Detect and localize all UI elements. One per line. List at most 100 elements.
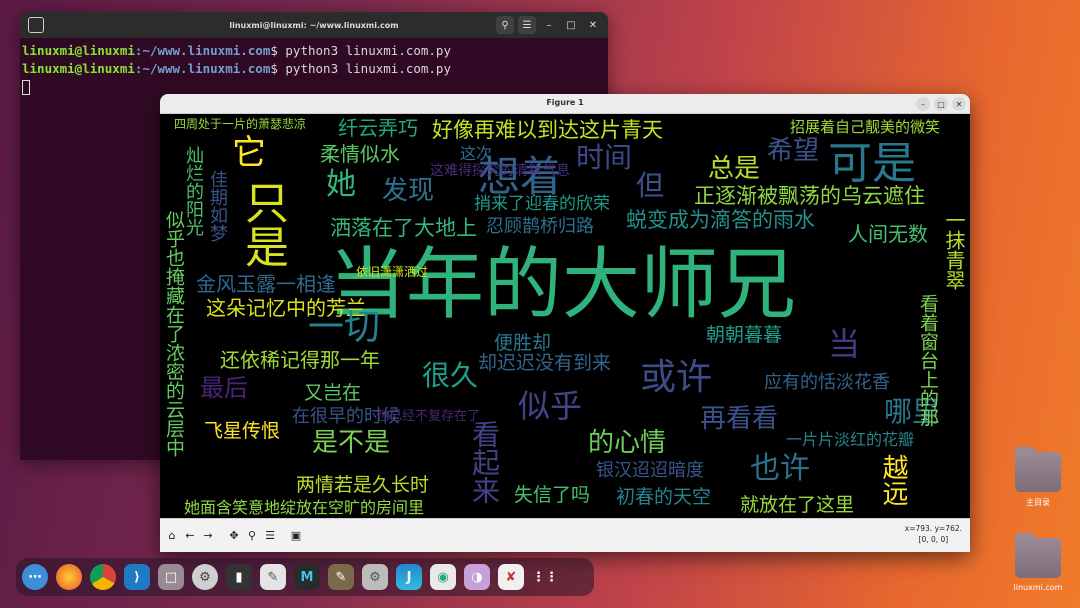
cloud-word: 朝朝暮暮 <box>706 324 783 346</box>
cloud-word: 应有的恬淡花香 <box>764 372 890 393</box>
figure-window[interactable]: Figure 1 – □ ✕ 当年的大师兄 只是 想着 可是 希望 好像再难以到… <box>160 94 970 552</box>
close-button[interactable]: ✕ <box>584 16 602 34</box>
cloud-word: 便胜却 <box>494 332 552 354</box>
minimize-button[interactable]: – <box>916 97 930 111</box>
coordinate-readout: x=793. y=762. [0, 0, 0] <box>905 523 962 545</box>
cloud-word: 灿烂的阳光 <box>183 146 204 236</box>
pixel-value-text: [0, 0, 0] <box>918 535 949 544</box>
cloud-word: 四周处于一片的萧瑟悲凉 <box>174 117 307 131</box>
save-icon[interactable]: ▣ <box>288 527 304 543</box>
cloud-word: 还依稀记得那一年 <box>220 348 380 372</box>
home-folder-icon <box>1015 447 1061 492</box>
text-editor-icon[interactable]: ✎ <box>260 564 286 590</box>
cloud-word: 越远 <box>878 454 908 506</box>
apps-grid-button[interactable]: ⋯ <box>22 564 48 590</box>
terminal-line: linuxmi@linuxmi:~/www.linuxmi.com$ pytho… <box>22 60 606 78</box>
minimize-button[interactable]: – <box>540 16 558 34</box>
cloud-word: 当年的大师兄 <box>328 240 797 330</box>
software-icon[interactable]: ⚙ <box>362 564 388 590</box>
prompt-path: :~/www.linuxmi.com <box>134 61 271 76</box>
desktop-site-folder[interactable]: linuxmi.com <box>1008 533 1068 592</box>
cloud-word: 看着窗台上的那 <box>917 294 939 427</box>
cloud-word: 却迟迟没有到来 <box>478 352 612 374</box>
cloud-word: 它 <box>232 133 266 173</box>
cloud-word: 蜕变成为滴答的雨水 <box>626 208 815 232</box>
jetbrains-icon[interactable]: J <box>396 564 422 590</box>
maximize-button[interactable]: □ <box>562 16 580 34</box>
prompt-user: linuxmi@linuxmi <box>22 61 135 76</box>
cloud-word: 依旧潇潇洒过 <box>356 265 429 279</box>
cloud-word: 时间 <box>576 141 633 174</box>
prompt-path: :~/www.linuxmi.com <box>134 43 271 58</box>
forward-icon[interactable]: → <box>200 527 216 543</box>
folder-icon <box>1015 533 1061 578</box>
desktop-icon-label: 主目录 <box>1026 498 1050 507</box>
cloud-word: 金风玉露一相逢 <box>196 272 336 296</box>
cloud-word: 也许 <box>750 451 810 486</box>
manjaro-icon[interactable]: M <box>294 564 320 590</box>
cloud-word: 发现 <box>382 176 435 206</box>
settings-icon[interactable]: ⚙ <box>192 564 218 590</box>
script-icon[interactable]: ✘ <box>498 564 524 590</box>
search-icon[interactable]: ⚲ <box>496 16 514 34</box>
coordinate-text: x=793. y=762. <box>904 524 962 533</box>
cloud-word: 初春的天空 <box>616 486 712 508</box>
map-icon[interactable]: ◉ <box>430 564 456 590</box>
cloud-word: 看起来 <box>468 420 501 504</box>
cloud-word: 柔情似水 <box>320 142 400 166</box>
cloud-word: 只是 <box>237 180 288 268</box>
cloud-word: 似乎也掩藏在了浓密的云层中 <box>163 210 185 457</box>
maximize-button[interactable]: □ <box>934 97 948 111</box>
menu-icon[interactable]: ☰ <box>518 16 536 34</box>
cloud-word: 这难得探究的清新气息 <box>430 163 570 179</box>
files-icon[interactable]: □ <box>158 564 184 590</box>
zoom-icon[interactable]: ⚲ <box>244 527 260 543</box>
close-button[interactable]: ✕ <box>952 97 966 111</box>
cloud-word: 希望 <box>767 136 820 166</box>
cloud-word: 银汉迢迢暗度 <box>596 460 704 481</box>
vscode-icon[interactable]: ⟩ <box>124 564 150 590</box>
configure-subplots-icon[interactable]: ☰ <box>262 527 278 543</box>
chrome-icon[interactable] <box>90 564 116 590</box>
cloud-word: 总是 <box>708 154 761 184</box>
figure-titlebar[interactable]: Figure 1 – □ ✕ <box>160 94 970 114</box>
cloud-word: 这次 <box>460 144 493 163</box>
terminal-output[interactable]: linuxmi@linuxmi:~/www.linuxmi.com$ pytho… <box>20 38 608 100</box>
cloud-word: 但 <box>636 169 665 202</box>
home-icon[interactable]: ⌂ <box>164 527 180 543</box>
cloud-word: 又岂在 <box>304 382 362 404</box>
cloud-word: 正逐渐被飘荡的乌云遮住 <box>694 184 925 208</box>
cloud-word: 一抹青翠 <box>942 210 966 290</box>
back-icon[interactable]: ← <box>182 527 198 543</box>
cloud-word: 一片片淡红的花瓣 <box>786 430 915 449</box>
desktop-home-folder[interactable]: 主目录 <box>1008 447 1068 508</box>
cloud-word: 好像再难以到达这片青天 <box>432 118 663 142</box>
cloud-word: 失信了吗 <box>514 484 591 506</box>
pan-icon[interactable]: ✥ <box>226 527 242 543</box>
cloud-word: 飞星传恨 <box>204 420 281 442</box>
cloud-word: 招展着自己靓美的微笑 <box>790 118 941 136</box>
cloud-word: 就放在了这里 <box>740 494 855 516</box>
cloud-word: 两情若是久长时 <box>296 474 430 496</box>
prompt-user: linuxmi@linuxmi <box>22 43 135 58</box>
terminal-icon[interactable]: ▮ <box>226 564 252 590</box>
cloud-word: 她面含笑意地绽放在空旷的房间里 <box>184 498 425 517</box>
dock: ⋯ ⟩ □ ⚙ ▮ ✎ M ✎ ⚙ J ◉ ◑ ✘ ⋮⋮ <box>16 558 594 596</box>
cloud-word: 洒落在了大地上 <box>330 216 477 240</box>
cloud-word: 可是 <box>828 138 916 189</box>
figure-title: Figure 1 <box>546 98 584 107</box>
cloud-word: 最后 <box>200 374 248 402</box>
cloud-word: 或许 <box>640 357 713 398</box>
terminal-titlebar[interactable]: linuxmi@linuxmi: ~/www.linuxmi.com ⚲ ☰ –… <box>20 12 608 38</box>
firefox-icon[interactable] <box>56 564 82 590</box>
terminal-line: linuxmi@linuxmi:~/www.linuxmi.com$ pytho… <box>22 42 606 60</box>
wordcloud-canvas[interactable]: 当年的大师兄 只是 想着 可是 希望 好像再难以到达这片青天 纤云弄巧 时间 总… <box>160 114 970 518</box>
cloud-word: 也已经不复存在了 <box>376 409 481 424</box>
cloud-word: 再看看 <box>700 404 779 434</box>
cloud-word: 的心情 <box>588 428 667 458</box>
toggle-icon[interactable]: ◑ <box>464 564 490 590</box>
gimp-icon[interactable]: ✎ <box>328 564 354 590</box>
show-apps-icon[interactable]: ⋮⋮ <box>532 564 558 590</box>
cloud-word: 佳期如梦 <box>207 170 228 242</box>
desktop-icon-label: linuxmi.com <box>1013 583 1063 592</box>
